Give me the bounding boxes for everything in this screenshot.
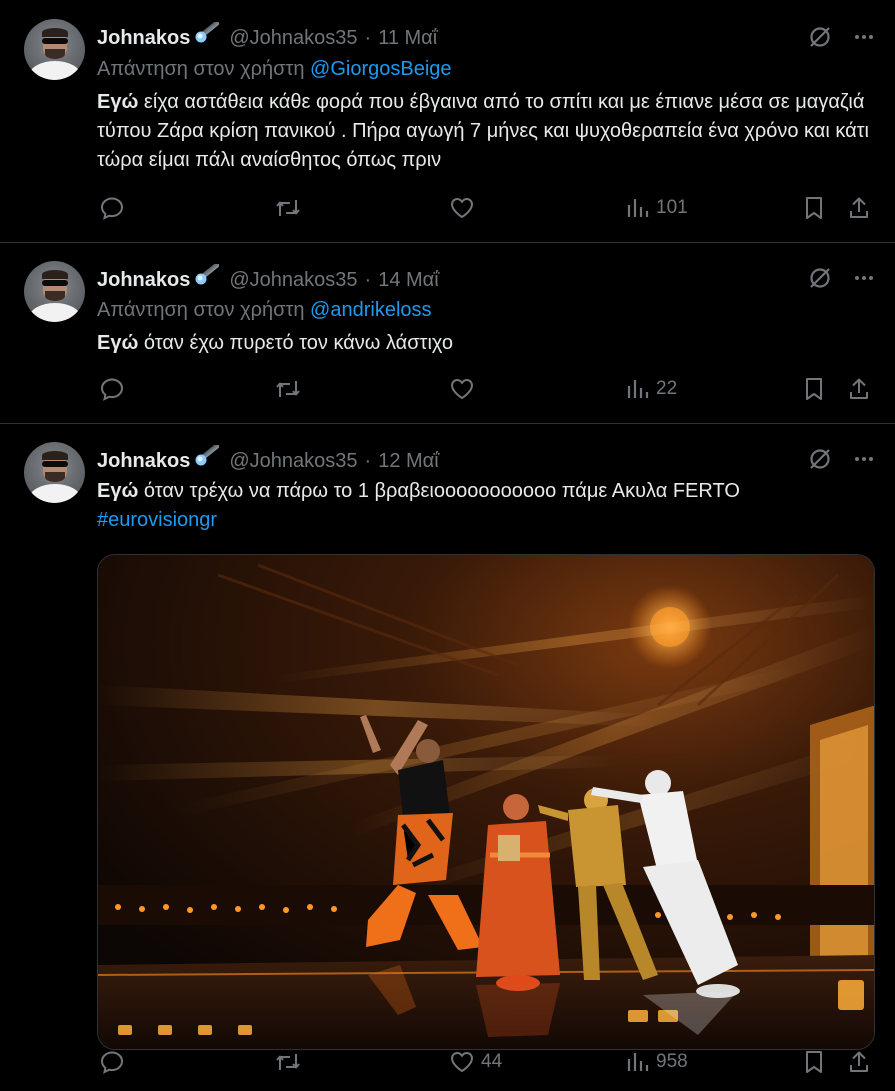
retweet-icon — [276, 1054, 300, 1070]
heart-icon — [450, 197, 474, 219]
bookmark-icon — [806, 197, 822, 219]
more-icon[interactable] — [853, 26, 875, 48]
bookmark-icon — [806, 1051, 822, 1073]
views-icon — [627, 199, 649, 217]
separator: · — [364, 269, 372, 291]
tweet-media-image[interactable] — [97, 554, 875, 1050]
tweet-text: Εγώ όταν τρέχω να πάρω το 1 βραβειοοοοοο… — [97, 477, 872, 535]
more-icon[interactable] — [853, 448, 875, 470]
tweet[interactable]: Johnakos @Johnakos35 · 11 Μαΐ Απάντηση σ… — [0, 0, 895, 243]
share-button[interactable] — [847, 195, 871, 221]
reply-mention-link[interactable]: @andrikeloss — [310, 299, 431, 321]
tweet-top-actions — [807, 446, 875, 472]
display-name[interactable]: Johnakos — [97, 269, 190, 292]
tweet-date[interactable]: 12 Μαΐ — [378, 450, 438, 473]
reply-button[interactable] — [99, 376, 125, 402]
retweet-button[interactable] — [274, 376, 302, 402]
reply-context: Απάντηση στον χρήστη @GiorgosBeige — [97, 58, 452, 81]
like-button[interactable] — [449, 195, 475, 221]
avatar[interactable] — [24, 261, 85, 322]
separator: · — [364, 450, 372, 472]
bookmark-button[interactable] — [802, 1049, 826, 1075]
text-bold: Εγώ — [97, 91, 139, 113]
reply-prefix: Απάντηση στον χρήστη — [97, 299, 305, 321]
grok-icon[interactable] — [807, 446, 833, 472]
display-name[interactable]: Johnakos — [97, 450, 190, 473]
text-bold: Εγώ — [97, 480, 139, 502]
comet-icon — [195, 264, 220, 285]
views-icon — [627, 380, 649, 398]
reply-prefix: Απάντηση στον χρήστη — [97, 58, 305, 80]
tweet-date[interactable]: 14 Μαΐ — [378, 269, 438, 292]
bookmark-button[interactable] — [802, 376, 826, 402]
reply-icon — [100, 197, 124, 220]
heart-icon — [450, 1051, 474, 1073]
tweet-date[interactable]: 11 Μαΐ — [378, 27, 437, 50]
retweet-button[interactable] — [274, 195, 302, 221]
share-button[interactable] — [847, 1049, 871, 1075]
views-button[interactable]: 22 — [626, 376, 677, 402]
display-name[interactable]: Johnakos — [97, 27, 190, 50]
tweet-text: Εγώ όταν έχω πυρετό τον κάνω λάστιχο — [97, 329, 872, 358]
views-count: 22 — [656, 378, 678, 399]
reply-mention-link[interactable]: @GiorgosBeige — [310, 58, 451, 80]
text-body: όταν τρέχω να πάρω το 1 βραβειοοοοοοοοοο… — [138, 480, 740, 502]
heart-icon — [450, 378, 474, 400]
tweet-header: Johnakos @Johnakos35 · 12 Μαΐ — [97, 445, 439, 473]
like-button[interactable]: 44 — [449, 1049, 502, 1075]
tweet[interactable]: Johnakos @Johnakos35 · 14 Μαΐ Απάντηση σ… — [0, 243, 895, 424]
tweet[interactable]: Johnakos @Johnakos35 · 12 Μαΐ Εγώ όταν τ… — [0, 424, 895, 1091]
views-button[interactable]: 101 — [626, 195, 688, 221]
tweet-header: Johnakos @Johnakos35 · 11 Μαΐ — [97, 22, 437, 50]
retweet-icon — [276, 200, 300, 216]
grok-icon[interactable] — [807, 265, 833, 291]
views-count: 958 — [656, 1051, 688, 1072]
share-icon — [850, 378, 868, 399]
stage-performance-photo — [98, 555, 874, 1049]
tweet-top-actions — [807, 24, 875, 50]
tweet-text: Εγώ είχα αστάθεια κάθε φορά που έβγαινα … — [97, 88, 872, 175]
reply-icon — [100, 1051, 124, 1074]
bookmark-button[interactable] — [802, 195, 826, 221]
user-handle[interactable]: @Johnakos35 — [229, 27, 357, 50]
reply-icon — [100, 378, 124, 401]
separator: · — [364, 27, 372, 49]
share-icon — [850, 197, 868, 218]
views-button[interactable]: 958 — [626, 1049, 688, 1075]
reply-context: Απάντηση στον χρήστη @andrikeloss — [97, 299, 432, 322]
text-body: όταν έχω πυρετό τον κάνω λάστιχο — [138, 332, 453, 354]
comet-icon — [195, 22, 220, 43]
share-icon — [850, 1051, 868, 1072]
views-count: 101 — [656, 197, 688, 218]
reply-button[interactable] — [99, 1049, 125, 1075]
like-button[interactable] — [449, 376, 475, 402]
text-bold: Εγώ — [97, 332, 139, 354]
tweet-header: Johnakos @Johnakos35 · 14 Μαΐ — [97, 264, 439, 292]
reply-button[interactable] — [99, 195, 125, 221]
more-icon[interactable] — [853, 267, 875, 289]
grok-icon[interactable] — [807, 24, 833, 50]
hashtag-link[interactable]: #eurovisiongr — [97, 509, 217, 531]
share-button[interactable] — [847, 376, 871, 402]
retweet-icon — [276, 381, 300, 397]
user-handle[interactable]: @Johnakos35 — [229, 269, 357, 292]
action-bar: 44 958 — [97, 1049, 877, 1079]
text-body: είχα αστάθεια κάθε φορά που έβγαινα από … — [97, 91, 870, 171]
like-count: 44 — [481, 1051, 503, 1072]
action-bar: 22 — [97, 376, 877, 406]
tweet-top-actions — [807, 265, 875, 291]
views-icon — [627, 1053, 649, 1071]
avatar[interactable] — [24, 442, 85, 503]
avatar[interactable] — [24, 19, 85, 80]
retweet-button[interactable] — [274, 1049, 302, 1075]
action-bar: 101 — [97, 195, 877, 225]
comet-icon — [195, 445, 220, 466]
bookmark-icon — [806, 378, 822, 400]
user-handle[interactable]: @Johnakos35 — [229, 450, 357, 473]
